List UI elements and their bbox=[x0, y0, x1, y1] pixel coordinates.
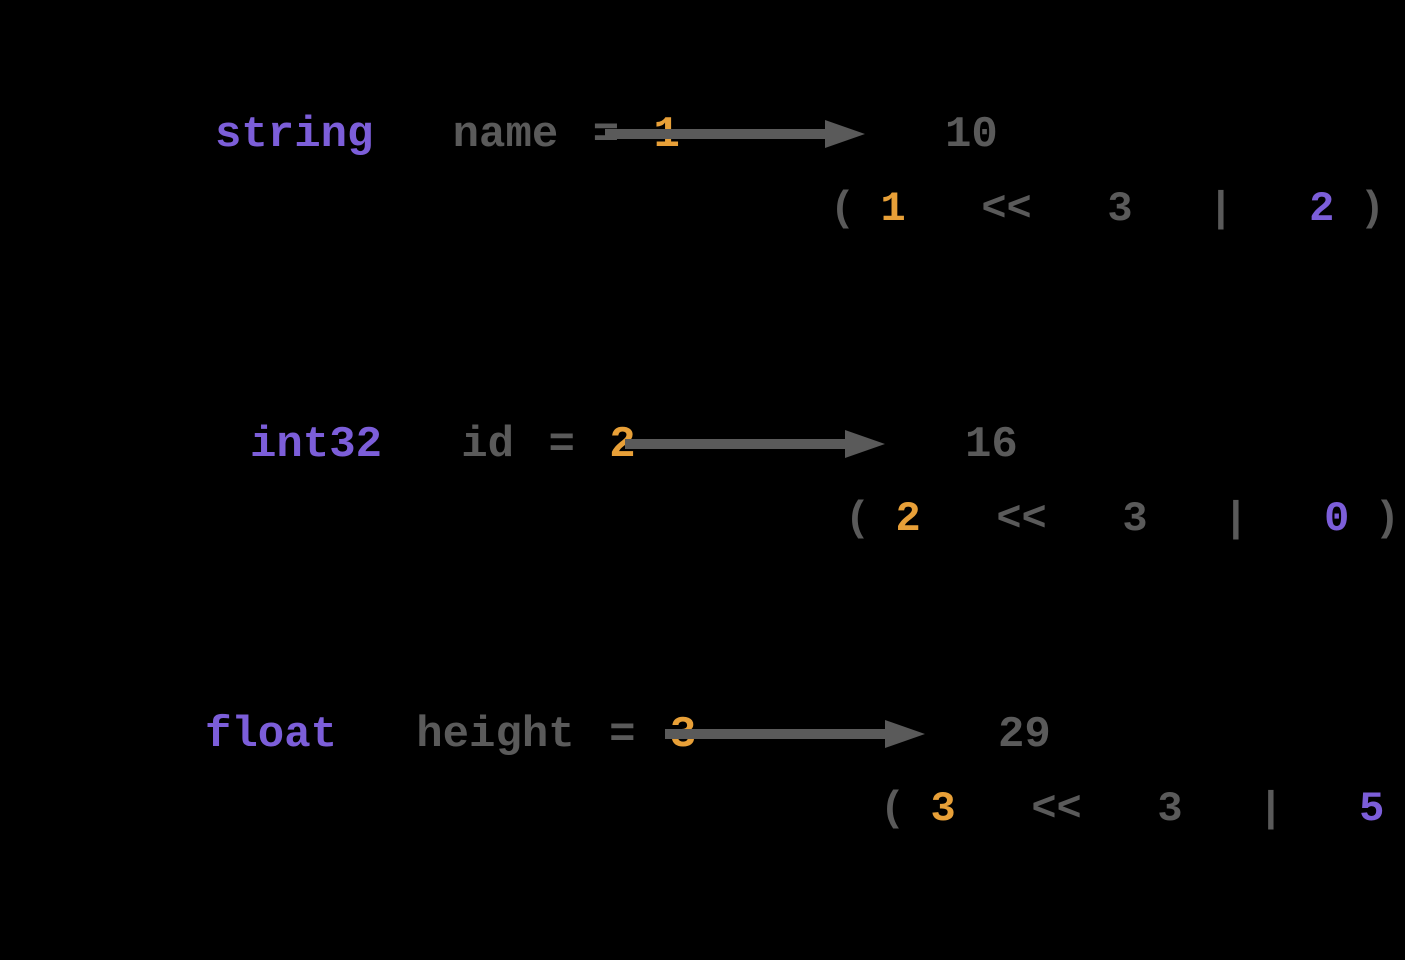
equals-sign: = bbox=[548, 420, 574, 470]
result-value: 16 bbox=[965, 420, 1018, 470]
shift-operator: << bbox=[996, 495, 1046, 543]
formula-b: 3 bbox=[1122, 495, 1147, 543]
pipe-operator: | bbox=[1208, 185, 1233, 233]
shift-operator: << bbox=[981, 185, 1031, 233]
equals-sign: = bbox=[609, 710, 635, 760]
arrow-icon bbox=[625, 430, 885, 458]
formula-c: 5 bbox=[1359, 785, 1384, 833]
formula-expression: ( 1 << 3 | 2 ) bbox=[830, 185, 1385, 233]
variable-name: name bbox=[453, 110, 559, 160]
formula-a: 1 bbox=[880, 185, 905, 233]
shift-operator: << bbox=[1031, 785, 1081, 833]
paren-close: ) bbox=[1375, 495, 1400, 543]
pipe-operator: | bbox=[1223, 495, 1248, 543]
formula-b: 3 bbox=[1107, 185, 1132, 233]
arrow-icon bbox=[605, 120, 865, 148]
type-keyword: int32 bbox=[250, 420, 382, 470]
pipe-operator: | bbox=[1258, 785, 1283, 833]
variable-name: height bbox=[416, 710, 574, 760]
formula-b: 3 bbox=[1157, 785, 1182, 833]
field-declaration: float height = 3 bbox=[205, 710, 696, 760]
formula-expression: ( 2 << 3 | 0 ) bbox=[845, 495, 1400, 543]
result-value: 29 bbox=[998, 710, 1051, 760]
formula-expression: ( 3 << 3 | 5 ) bbox=[880, 785, 1405, 833]
field-declaration: int32 id = 2 bbox=[250, 420, 636, 470]
paren-open: ( bbox=[845, 495, 870, 543]
arrow-icon bbox=[665, 720, 925, 748]
paren-open: ( bbox=[880, 785, 905, 833]
paren-close: ) bbox=[1360, 185, 1385, 233]
result-value: 10 bbox=[945, 110, 998, 160]
type-keyword: string bbox=[215, 110, 373, 160]
formula-c: 2 bbox=[1309, 185, 1334, 233]
paren-open: ( bbox=[830, 185, 855, 233]
type-keyword: float bbox=[205, 710, 337, 760]
formula-a: 2 bbox=[895, 495, 920, 543]
variable-name: id bbox=[461, 420, 514, 470]
formula-a: 3 bbox=[930, 785, 955, 833]
formula-c: 0 bbox=[1324, 495, 1349, 543]
